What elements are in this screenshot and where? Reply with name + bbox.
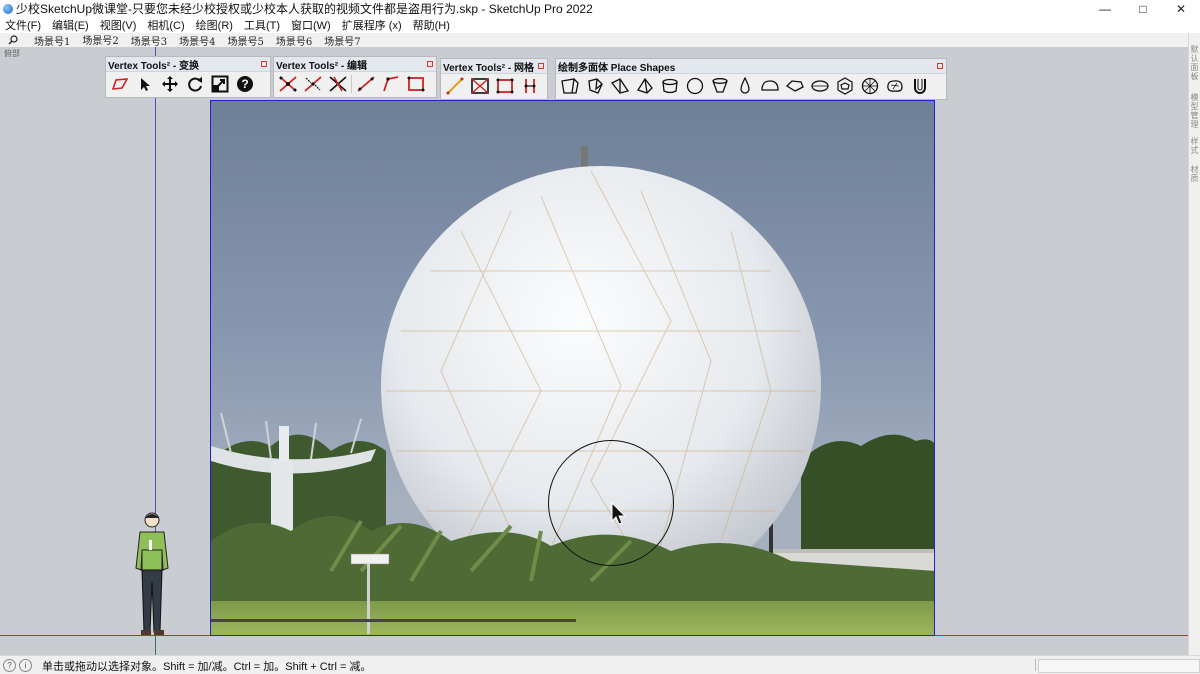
- toolbar-vertex-mesh: Vertex Tools² - 网格: [440, 58, 548, 100]
- viewport-view-label: 俯部: [4, 49, 20, 58]
- connect-line-icon[interactable]: [353, 73, 378, 95]
- window-title: 少校SketchUp微课堂-只要您未经少校授权或少校本人获取的视频文件都是盗用行…: [16, 2, 593, 16]
- toolbar-vertex-transform: Vertex Tools² - 变换 ?: [105, 56, 271, 98]
- toolbar-close-icon[interactable]: [937, 63, 943, 69]
- toolbar-close-icon[interactable]: [427, 61, 433, 67]
- toolbar-title: 绘制多面体 Place Shapes: [558, 62, 676, 74]
- cylinder-shape-icon[interactable]: [657, 75, 682, 97]
- tray-tab-outliner[interactable]: 模型管理: [1190, 93, 1200, 129]
- default-tray-collapsed: 默认面板 模型管理 样式 材质: [1188, 33, 1200, 655]
- scale-icon[interactable]: [207, 73, 232, 95]
- status-divider: [1035, 659, 1036, 671]
- mouse-pointer-icon: [611, 501, 627, 529]
- wedge-shape-icon[interactable]: [607, 75, 632, 97]
- menu-tools[interactable]: 工具(T): [239, 17, 286, 33]
- toolbar-place-shapes: 绘制多面体 Place Shapes: [555, 58, 947, 100]
- maximize-button[interactable]: □: [1124, 0, 1162, 17]
- measurements-box[interactable]: [1038, 659, 1200, 673]
- toolbar-title: Vertex Tools² - 编辑: [276, 60, 367, 72]
- move-icon[interactable]: [157, 73, 182, 95]
- toolbar-header[interactable]: 绘制多面体 Place Shapes: [556, 59, 946, 74]
- scene-tab-6[interactable]: 场景号6: [270, 33, 318, 48]
- title-bar: 少校SketchUp微课堂-只要您未经少校授权或少校本人获取的视频文件都是盗用行…: [0, 0, 1200, 17]
- menu-file[interactable]: 文件(F): [0, 17, 47, 33]
- dodecahedron-icon[interactable]: [832, 75, 857, 97]
- torus-u-icon[interactable]: [907, 75, 932, 97]
- close-button[interactable]: ✕: [1162, 0, 1200, 17]
- pyramid-shape-icon[interactable]: [632, 75, 657, 97]
- toolbar-header[interactable]: Vertex Tools² - 编辑: [274, 57, 436, 72]
- cross-quad-icon[interactable]: [467, 75, 492, 97]
- tray-tab-materials[interactable]: 材质: [1190, 165, 1200, 183]
- window-controls: — □ ✕: [1086, 0, 1200, 17]
- select-arrow-icon[interactable]: [132, 73, 157, 95]
- square-corners-icon[interactable]: [403, 73, 428, 95]
- help-icon[interactable]: ?: [232, 73, 257, 95]
- scene-tab-1[interactable]: 场景号1: [28, 33, 76, 48]
- toolbar-separator: [351, 75, 352, 93]
- collapse-vertices-icon[interactable]: [325, 73, 350, 95]
- split-edge-icon[interactable]: [517, 75, 542, 97]
- cone-shape-icon[interactable]: [707, 75, 732, 97]
- status-hint-text: 单击或拖动以选择对象。Shift = 加/减。Ctrl = 加。Shift + …: [42, 660, 372, 673]
- menu-window[interactable]: 窗口(W): [286, 17, 337, 33]
- menu-view[interactable]: 视图(V): [95, 17, 143, 33]
- toolbar-close-icon[interactable]: [538, 63, 544, 69]
- toolbar-title: Vertex Tools² - 变换: [108, 60, 199, 72]
- scene-tab-2[interactable]: 场景号2: [76, 32, 125, 48]
- geodesic-sphere-icon[interactable]: [857, 75, 882, 97]
- toolbar-vertex-edit: Vertex Tools² - 编辑: [273, 56, 437, 98]
- box-shape-icon[interactable]: [557, 75, 582, 97]
- scale-figure-person[interactable]: [128, 510, 178, 641]
- teardrop-shape-icon[interactable]: [732, 75, 757, 97]
- quad-frame-icon[interactable]: [492, 75, 517, 97]
- bevel-corner-icon[interactable]: [378, 73, 403, 95]
- menu-edit[interactable]: 编辑(E): [47, 17, 95, 33]
- tray-tab-default[interactable]: 默认面板: [1190, 45, 1200, 81]
- menu-draw[interactable]: 绘图(R): [191, 17, 239, 33]
- menu-help[interactable]: 帮助(H): [408, 17, 456, 33]
- polygon-select-icon[interactable]: [107, 73, 132, 95]
- hint-info-icon[interactable]: i: [19, 659, 32, 672]
- menu-bar: 文件(F) 编辑(E) 视图(V) 相机(C) 绘图(R) 工具(T) 窗口(W…: [0, 17, 1200, 33]
- diagonal-edge-icon[interactable]: [442, 75, 467, 97]
- scene-tab-3[interactable]: 场景号3: [125, 33, 173, 48]
- radome-photo-image[interactable]: [210, 100, 935, 636]
- scene-tab-7[interactable]: 场景号7: [318, 33, 366, 48]
- sphere-shape-icon[interactable]: [682, 75, 707, 97]
- scene-tab-5[interactable]: 场景号5: [222, 33, 270, 48]
- scene-tab-4[interactable]: 场景号4: [173, 33, 221, 48]
- svg-text:?: ?: [241, 77, 248, 91]
- sketchup-logo-icon: [3, 3, 13, 14]
- instructor-info-icon[interactable]: ?: [3, 659, 16, 672]
- gem-shape-icon[interactable]: [782, 75, 807, 97]
- toolbar-header[interactable]: Vertex Tools² - 变换: [106, 57, 270, 72]
- status-bar: ? i 单击或拖动以选择对象。Shift = 加/减。Ctrl = 加。Shif…: [0, 655, 1200, 674]
- ellipse-shape-icon[interactable]: [807, 75, 832, 97]
- search-icon[interactable]: [6, 35, 20, 45]
- align-vertices-icon[interactable]: [300, 73, 325, 95]
- drawing-viewport[interactable]: 俯部 Vertex Tools² - 变换 ? Vertex Tools² - …: [0, 47, 1188, 655]
- pentagon-prism-icon[interactable]: [582, 75, 607, 97]
- dome-shape-icon[interactable]: [757, 75, 782, 97]
- toolbar-title: Vertex Tools² - 网格: [443, 62, 534, 74]
- sketchup-window: 少校SketchUp微课堂-只要您未经少校授权或少校本人获取的视频文件都是盗用行…: [0, 0, 1200, 674]
- toolbar-header[interactable]: Vertex Tools² - 网格: [441, 59, 547, 74]
- minimize-button[interactable]: —: [1086, 0, 1124, 17]
- scene-tabs-bar: 场景号1 场景号2 场景号3 场景号4 场景号5 场景号6 场景号7: [0, 32, 1200, 48]
- blob-shape-icon[interactable]: [882, 75, 907, 97]
- tray-tab-styles[interactable]: 样式: [1190, 137, 1200, 155]
- rotate-icon[interactable]: [182, 73, 207, 95]
- merge-vertices-icon[interactable]: [275, 73, 300, 95]
- toolbar-close-icon[interactable]: [261, 61, 267, 67]
- menu-camera[interactable]: 相机(C): [142, 17, 190, 33]
- menu-extensions[interactable]: 扩展程序 (x): [337, 17, 408, 33]
